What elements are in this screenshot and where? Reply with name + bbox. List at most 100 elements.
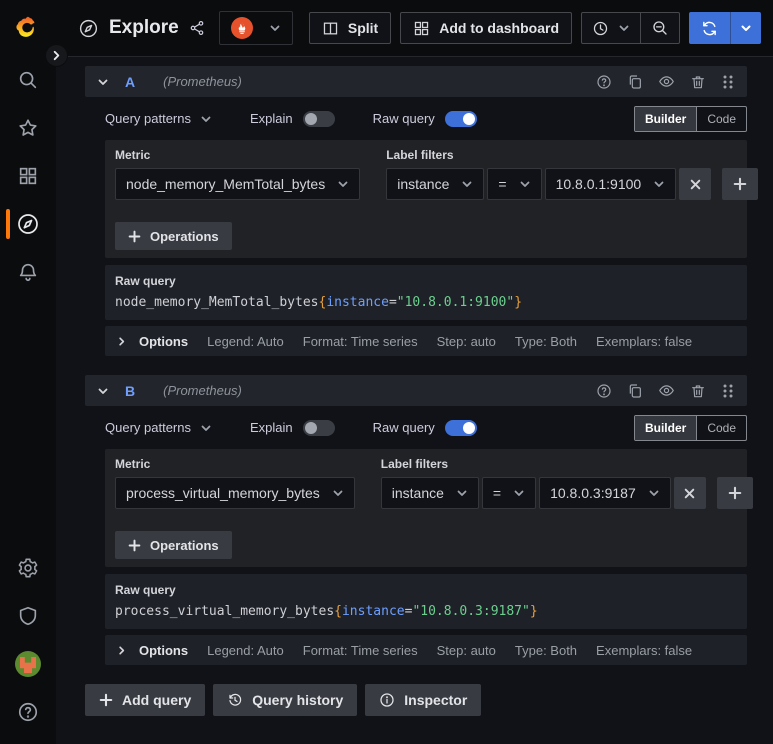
raw-query-label: Raw query	[115, 583, 176, 597]
raw-query-expression: node_memory_MemTotal_bytes{instance="10.…	[115, 295, 523, 310]
query-options-row[interactable]: Options Legend: Auto Format: Time series…	[105, 326, 747, 356]
chevron-down-icon	[462, 181, 472, 187]
explain-toggle[interactable]	[302, 110, 335, 127]
remove-query-trash-icon[interactable]	[690, 74, 706, 90]
query-builder: Metric node_memory_MemTotal_bytes Label …	[105, 140, 759, 258]
raw-query-panel: Raw query node_memory_MemTotal_bytes{ins…	[105, 265, 747, 320]
duplicate-query-icon[interactable]	[627, 383, 643, 399]
raw-query-label: Raw query	[115, 274, 176, 288]
chevron-down-icon	[514, 490, 524, 496]
builder-mode-option[interactable]: Builder	[634, 106, 698, 131]
query-row-a: A (Prometheus) Query patterns Explain Ra…	[85, 66, 759, 356]
remove-filter-button[interactable]	[673, 477, 706, 509]
server-admin-shield-icon[interactable]	[0, 598, 56, 634]
raw-query-toggle[interactable]	[444, 419, 477, 436]
query-patterns-dropdown[interactable]: Query patterns	[105, 111, 212, 126]
add-query-button[interactable]: Add query	[85, 684, 206, 716]
chevron-down-icon	[269, 22, 281, 34]
plus-icon	[728, 486, 742, 500]
explore-nav-icon[interactable]	[0, 206, 56, 242]
query-history-button[interactable]: Query history	[213, 684, 358, 716]
add-operation-button[interactable]: Operations	[115, 222, 232, 250]
time-range-group	[581, 12, 680, 44]
remove-query-trash-icon[interactable]	[690, 383, 706, 399]
query-builder: Metric process_virtual_memory_bytes Labe…	[105, 449, 753, 567]
query-history-label: Query history	[252, 692, 344, 708]
add-operation-button[interactable]: Operations	[115, 531, 232, 559]
starred-icon[interactable]	[0, 110, 56, 146]
options-legend: Legend: Auto	[207, 642, 284, 658]
query-help-icon[interactable]	[596, 383, 612, 399]
query-patterns-label: Query patterns	[105, 420, 191, 435]
raw-query-toggle[interactable]	[444, 110, 477, 127]
plus-icon	[733, 177, 747, 191]
filter-value-select[interactable]: 10.8.0.3:9187	[539, 477, 671, 509]
plus-icon	[99, 693, 113, 707]
inspector-label: Inspector	[404, 692, 468, 708]
run-interval-dropdown[interactable]	[730, 12, 761, 44]
options-legend: Legend: Auto	[207, 333, 284, 349]
metric-label: Metric	[115, 148, 151, 162]
user-avatar[interactable]	[0, 646, 56, 682]
code-mode-option[interactable]: Code	[697, 107, 746, 131]
chevron-down-icon	[741, 25, 751, 31]
plus-icon	[128, 539, 141, 551]
help-icon[interactable]	[0, 694, 56, 730]
chevron-down-icon	[333, 490, 343, 496]
chevron-down-icon	[520, 181, 529, 187]
label-filters-label: Label filters	[380, 457, 449, 471]
drag-handle-icon[interactable]	[721, 383, 735, 399]
share-icon[interactable]	[189, 20, 205, 36]
query-header-b[interactable]: B (Prometheus)	[85, 375, 747, 406]
filter-operator-select[interactable]: =	[487, 168, 542, 200]
raw-query-expression: process_virtual_memory_bytes{instance="1…	[115, 604, 538, 619]
metric-select[interactable]: process_virtual_memory_bytes	[115, 477, 355, 509]
prometheus-icon	[230, 17, 253, 39]
expand-sidebar-button[interactable]	[45, 44, 68, 67]
query-patterns-dropdown[interactable]: Query patterns	[105, 420, 212, 435]
query-editor-toolbar: Query patterns Explain Raw query Builder…	[105, 97, 747, 140]
grafana-logo[interactable]	[0, 8, 56, 48]
code-mode-option[interactable]: Code	[697, 416, 746, 440]
options-format: Format: Time series	[302, 642, 418, 658]
query-patterns-label: Query patterns	[105, 111, 191, 126]
alerting-icon[interactable]	[0, 254, 56, 290]
run-query-button[interactable]	[689, 12, 730, 44]
options-label: Options	[139, 642, 189, 658]
filter-label-select[interactable]: instance	[380, 477, 479, 509]
query-header-a[interactable]: A (Prometheus)	[85, 66, 747, 97]
raw-query-toggle-label: Raw query	[372, 111, 435, 126]
explore-compass-icon	[78, 18, 99, 39]
zoom-out-button[interactable]	[640, 13, 679, 43]
label-filters-field: Label filters instance = 10.8.	[380, 457, 753, 509]
remove-filter-button[interactable]	[679, 168, 712, 200]
builder-mode-option[interactable]: Builder	[634, 415, 698, 440]
time-range-picker[interactable]	[582, 13, 640, 43]
query-options-row[interactable]: Options Legend: Auto Format: Time series…	[105, 635, 747, 665]
configuration-gear-icon[interactable]	[0, 550, 56, 586]
duplicate-query-icon[interactable]	[627, 74, 643, 90]
metric-label: Metric	[115, 457, 151, 471]
add-to-dashboard-button[interactable]: Add to dashboard	[400, 12, 572, 44]
page-title: Explore	[109, 17, 179, 38]
collapse-chevron-icon	[98, 79, 108, 85]
datasource-picker[interactable]	[218, 11, 293, 45]
inspector-button[interactable]: Inspector	[365, 684, 482, 716]
filter-operator-select[interactable]: =	[481, 477, 537, 509]
split-button[interactable]: Split	[308, 12, 392, 44]
query-help-icon[interactable]	[596, 74, 612, 90]
filter-label-select[interactable]: instance	[386, 168, 485, 200]
filter-value-select[interactable]: 10.8.0.1:9100	[544, 168, 677, 200]
disable-query-eye-icon[interactable]	[658, 382, 675, 399]
explain-toggle[interactable]	[302, 419, 335, 436]
search-icon[interactable]	[0, 62, 56, 98]
query-row-b: B (Prometheus) Query patterns Explain Ra…	[85, 375, 753, 665]
explore-footer: Add query Query history Inspector	[85, 684, 747, 716]
add-filter-button[interactable]	[722, 168, 759, 200]
filter-value: 10.8.0.1:9100	[555, 176, 642, 192]
disable-query-eye-icon[interactable]	[658, 73, 675, 90]
add-filter-button[interactable]	[716, 477, 753, 509]
drag-handle-icon[interactable]	[721, 74, 735, 90]
dashboards-icon[interactable]	[0, 158, 56, 194]
metric-select[interactable]: node_memory_MemTotal_bytes	[115, 168, 361, 200]
